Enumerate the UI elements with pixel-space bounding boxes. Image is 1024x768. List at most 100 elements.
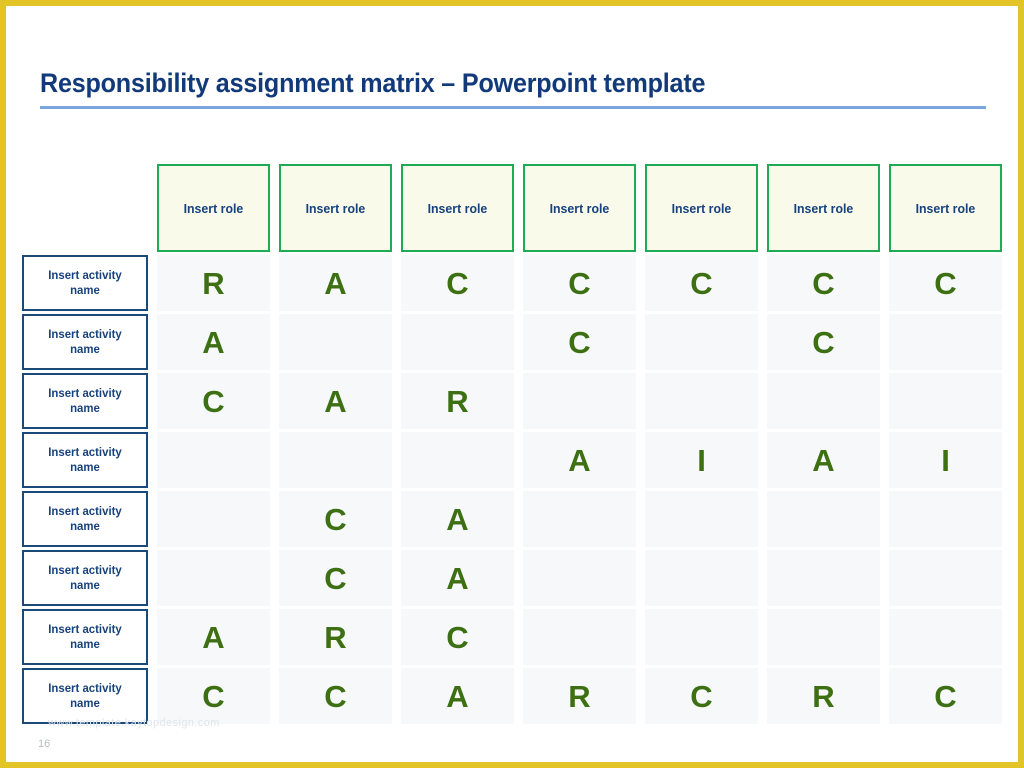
matrix-row: Insert activity name A R C <box>22 609 1002 665</box>
activity-label: Insert activity name <box>48 681 122 710</box>
role-header-4[interactable]: Insert role <box>523 164 636 252</box>
activity-cell-2[interactable]: Insert activity name <box>22 314 148 370</box>
activity-cell-8[interactable]: Insert activity name <box>22 668 148 724</box>
raci-cell-r2c1[interactable]: A <box>157 314 270 370</box>
activity-label: Insert activity name <box>48 622 122 651</box>
activity-cell-5[interactable]: Insert activity name <box>22 491 148 547</box>
watermark: www.template.kaytopdesign.com <box>48 717 220 729</box>
raci-letter: C <box>202 383 225 419</box>
activity-cell-4[interactable]: Insert activity name <box>22 432 148 488</box>
raci-cell-r8c4[interactable]: R <box>523 668 636 724</box>
activity-cell-7[interactable]: Insert activity name <box>22 609 148 665</box>
raci-cell-r7c6[interactable] <box>767 609 880 665</box>
raci-cell-r1c5[interactable]: C <box>645 255 758 311</box>
role-header-label: Insert role <box>427 200 488 216</box>
raci-cell-r2c6[interactable]: C <box>767 314 880 370</box>
raci-cell-r5c4[interactable] <box>523 491 636 547</box>
activity-cell-3[interactable]: Insert activity name <box>22 373 148 429</box>
raci-cell-r2c5[interactable] <box>645 314 758 370</box>
raci-cell-r6c5[interactable] <box>645 550 758 606</box>
raci-cell-r5c3[interactable]: A <box>401 491 514 547</box>
raci-cell-r8c7[interactable]: C <box>889 668 1002 724</box>
raci-cell-r1c7[interactable]: C <box>889 255 1002 311</box>
raci-cell-r5c1[interactable] <box>157 491 270 547</box>
raci-cell-r1c6[interactable]: C <box>767 255 880 311</box>
raci-cell-r6c3[interactable]: A <box>401 550 514 606</box>
raci-cell-r5c7[interactable] <box>889 491 1002 547</box>
raci-cell-r7c5[interactable] <box>645 609 758 665</box>
role-header-6[interactable]: Insert role <box>767 164 880 252</box>
raci-cell-r5c6[interactable] <box>767 491 880 547</box>
raci-cell-r4c3[interactable] <box>401 432 514 488</box>
role-header-1[interactable]: Insert role <box>157 164 270 252</box>
raci-cell-r8c1[interactable]: C <box>157 668 270 724</box>
page-number: 16 <box>38 738 51 750</box>
raci-letter: A <box>446 678 469 714</box>
raci-cell-r4c6[interactable]: A <box>767 432 880 488</box>
matrix-header-row: Insert role Insert role Insert role Inse… <box>22 164 1002 252</box>
raci-letter: C <box>568 324 591 360</box>
matrix-row: Insert activity name C A <box>22 491 1002 547</box>
raci-cell-r6c4[interactable] <box>523 550 636 606</box>
raci-letter: C <box>324 501 347 537</box>
raci-cell-r8c3[interactable]: A <box>401 668 514 724</box>
raci-cell-r8c6[interactable]: R <box>767 668 880 724</box>
raci-cell-r7c3[interactable]: C <box>401 609 514 665</box>
raci-cell-r7c7[interactable] <box>889 609 1002 665</box>
activity-cell-6[interactable]: Insert activity name <box>22 550 148 606</box>
raci-cell-r5c2[interactable]: C <box>279 491 392 547</box>
raci-cell-r5c5[interactable] <box>645 491 758 547</box>
raci-cell-r3c4[interactable] <box>523 373 636 429</box>
raci-letter: A <box>446 560 469 596</box>
raci-letter: C <box>690 678 713 714</box>
raci-cell-r3c7[interactable] <box>889 373 1002 429</box>
raci-cell-r1c2[interactable]: A <box>279 255 392 311</box>
matrix-row: Insert activity name R A C C C C C <box>22 255 1002 311</box>
raci-cell-r1c4[interactable]: C <box>523 255 636 311</box>
raci-cell-r1c1[interactable]: R <box>157 255 270 311</box>
matrix-row: Insert activity name C A R <box>22 373 1002 429</box>
raci-cell-r6c1[interactable] <box>157 550 270 606</box>
activity-cell-1[interactable]: Insert activity name <box>22 255 148 311</box>
activity-label: Insert activity name <box>48 504 122 533</box>
raci-letter: A <box>446 501 469 537</box>
raci-cell-r1c3[interactable]: C <box>401 255 514 311</box>
raci-letter: A <box>568 442 591 478</box>
raci-cell-r3c5[interactable] <box>645 373 758 429</box>
role-header-5[interactable]: Insert role <box>645 164 758 252</box>
raci-letter: C <box>446 619 469 655</box>
raci-cell-r2c4[interactable]: C <box>523 314 636 370</box>
raci-cell-r3c2[interactable]: A <box>279 373 392 429</box>
raci-cell-r2c3[interactable] <box>401 314 514 370</box>
raci-cell-r6c7[interactable] <box>889 550 1002 606</box>
raci-cell-r7c4[interactable] <box>523 609 636 665</box>
raci-cell-r3c3[interactable]: R <box>401 373 514 429</box>
raci-cell-r3c6[interactable] <box>767 373 880 429</box>
raci-cell-r2c2[interactable] <box>279 314 392 370</box>
raci-cell-r8c2[interactable]: C <box>279 668 392 724</box>
raci-cell-r4c2[interactable] <box>279 432 392 488</box>
raci-cell-r4c4[interactable]: A <box>523 432 636 488</box>
role-header-7[interactable]: Insert role <box>889 164 1002 252</box>
role-header-label: Insert role <box>183 200 244 216</box>
activity-label: Insert activity name <box>48 445 122 474</box>
matrix-row: Insert activity name C A <box>22 550 1002 606</box>
raci-letter: A <box>202 324 225 360</box>
role-header-3[interactable]: Insert role <box>401 164 514 252</box>
role-header-2[interactable]: Insert role <box>279 164 392 252</box>
raci-cell-r4c7[interactable]: I <box>889 432 1002 488</box>
raci-letter: A <box>202 619 225 655</box>
raci-cell-r7c2[interactable]: R <box>279 609 392 665</box>
raci-cell-r4c1[interactable] <box>157 432 270 488</box>
raci-cell-r4c5[interactable]: I <box>645 432 758 488</box>
raci-cell-r7c1[interactable]: A <box>157 609 270 665</box>
raci-cell-r6c6[interactable] <box>767 550 880 606</box>
responsibility-assignment-matrix: Insert role Insert role Insert role Inse… <box>22 164 1002 727</box>
raci-cell-r3c1[interactable]: C <box>157 373 270 429</box>
page-title: Responsibility assignment matrix – Power… <box>40 68 706 98</box>
raci-cell-r6c2[interactable]: C <box>279 550 392 606</box>
raci-cell-r2c7[interactable] <box>889 314 1002 370</box>
raci-cell-r8c5[interactable]: C <box>645 668 758 724</box>
raci-letter: C <box>934 265 957 301</box>
title-underline <box>40 106 986 109</box>
